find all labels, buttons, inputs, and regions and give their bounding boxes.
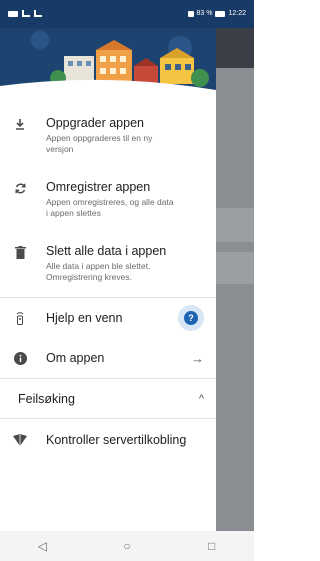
nfc-icon [187, 10, 194, 17]
help-badge[interactable]: ? [178, 305, 204, 331]
shield-icon [10, 434, 30, 446]
wifi-icon [34, 10, 42, 17]
delete-app-data-item[interactable]: Slett alle data i appen Alle data i appe… [0, 244, 216, 283]
check-server-connection-title: Kontroller servertilkobling [46, 432, 187, 447]
upgrade-app-title: Oppgrader appen [46, 116, 144, 130]
battery-icon [215, 10, 226, 17]
dimmed-app-card [216, 252, 254, 284]
back-button[interactable]: ◁ [22, 539, 62, 553]
remote-icon [10, 311, 30, 325]
troubleshooting-section-header[interactable]: Feilsøking ^ [0, 379, 216, 419]
check-server-connection-item[interactable]: Kontroller servertilkobling [0, 420, 216, 460]
clock: 12:22 [228, 10, 246, 17]
chevron-up-icon: ^ [198, 393, 204, 405]
trash-icon [10, 246, 30, 259]
dimmed-app-toolbar [216, 28, 254, 68]
delete-app-data-title: Slett alle data i appen [46, 244, 167, 258]
arrow-right-icon: → [191, 350, 204, 366]
status-bar: 83 % 12:22 [0, 0, 254, 28]
reregister-app-title: Omregistrer appen [46, 180, 151, 194]
recent-apps-button[interactable]: □ [192, 539, 232, 553]
system-navigation-bar: ◁ ○ □ [0, 531, 254, 561]
info-icon [10, 351, 30, 365]
help-a-friend-item[interactable]: Hjelp en venn ? [0, 298, 216, 338]
navigation-drawer: Oppgrader appen Appen oppgraderes til en… [0, 28, 216, 531]
about-app-item[interactable]: Om appen → [0, 338, 216, 378]
reregister-app-item[interactable]: Omregistrer appen Appen omregistreres, o… [0, 180, 216, 219]
help-a-friend-title: Hjelp en venn [46, 310, 123, 325]
reregister-app-subtitle: Appen omregistreres, og alle data i appe… [46, 197, 174, 218]
drawer-header-illustration [0, 28, 216, 105]
upgrade-app-subtitle: Appen oppgraderes til en ny versjon [46, 133, 153, 154]
home-button[interactable]: ○ [107, 539, 147, 553]
refresh-icon [10, 182, 30, 195]
download-icon [10, 118, 30, 130]
town-illustration [0, 28, 216, 105]
delete-app-data-subtitle: Alle data i appen ble slettet. Omregistr… [46, 261, 151, 282]
dimmed-app-card [216, 208, 254, 242]
signal-icon [22, 10, 30, 17]
sim-icon [8, 10, 18, 17]
upgrade-app-item[interactable]: Oppgrader appen Appen oppgraderes til en… [0, 116, 216, 155]
troubleshooting-title: Feilsøking [18, 391, 75, 406]
battery-percent: 83 % [196, 10, 213, 17]
question-icon: ? [184, 311, 198, 325]
divider [0, 418, 216, 419]
about-app-title: Om appen [46, 350, 105, 365]
